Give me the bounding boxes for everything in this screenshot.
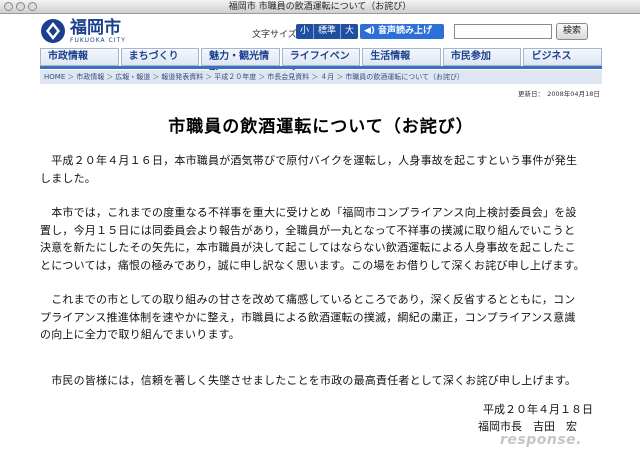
text-size-small-button[interactable]: 小 [296,24,313,39]
site-logo[interactable]: 福岡市 FUKUOKA CITY [40,18,126,44]
article-paragraph-4: 市民の皆様には，信頼を著しく失墜させましたことを市政の最高責任者として深くお詫び… [40,374,577,387]
voice-readout-button[interactable]: ◀) 音声読み上げ [360,24,444,39]
breadcrumb-home[interactable]: HOME [44,73,65,81]
site-header: 福岡市 FUKUOKA CITY 文字サイズ 小 標準 大 ◀) 音声読み上げ 検… [0,14,640,48]
search-button[interactable]: 検索 [556,23,588,40]
breadcrumb: HOME ＞市政情報＞広報・報道＞報道発表資料＞平成２０年度＞市長会見資料＞ ４月＞… [40,70,602,84]
nav-divider [40,66,602,69]
logo-title: 福岡市 [70,17,121,38]
text-size-label: 文字サイズ [252,30,297,40]
article-date: 平成２０年４月１８日 [483,403,593,416]
search-input[interactable] [454,24,552,39]
text-size-selector: 小 標準 大 [296,24,359,39]
minimize-window-button[interactable] [16,2,25,11]
nav-item-business[interactable]: ビジネス [523,48,603,66]
close-window-button[interactable] [4,2,13,11]
city-emblem-icon [41,19,65,43]
updated-date: 更新日： 2008年04月18日 [518,90,600,98]
window-controls[interactable] [4,2,37,11]
watermark: response. [500,432,582,448]
nav-item-tourism[interactable]: 魅力・観光情報 [201,48,280,78]
logo-subtitle: FUKUOKA CITY [70,36,126,44]
nav-item-urban-development[interactable]: まちづくり [120,48,200,66]
window-titlebar: 福岡市 市職員の飲酒運転について（お詫び） [0,0,640,14]
breadcrumb-fiscal-year[interactable]: 平成２０年度 [214,73,256,81]
article-paragraph-2: 本市では，これまでの度重なる不祥事を重大に受けとめ「福岡市コンプライアンス向上検… [40,206,585,272]
breadcrumb-public-relations[interactable]: 広報・報道 [115,73,150,81]
speaker-icon: ◀) [364,26,376,36]
nav-item-participation[interactable]: 市民参加 [442,48,522,66]
breadcrumb-current: 市職員の飲酒運転について（お詫び） [345,73,465,81]
breadcrumb-mayor-materials[interactable]: 市長会見資料 [267,73,309,81]
window-title: 福岡市 市職員の飲酒運転について（お詫び） [228,2,412,12]
main-nav: 市政情報 まちづくり 魅力・観光情報 ライフイベント 生活情報 市民参加 ビジネ… [40,48,603,78]
article-paragraph-1: 平成２０年４月１６日，本市職員が酒気帯びで原付バイクを運転し，人身事故を起こすと… [40,154,578,185]
article-paragraph-3: これまでの市としての取り組みの甘さを改めて痛感しているところであり，深く反省する… [40,293,576,341]
nav-item-life-events[interactable]: ライフイベント [281,48,361,78]
voice-readout-label: 音声読み上げ [378,26,433,36]
zoom-window-button[interactable] [28,2,37,11]
nav-item-city-info[interactable]: 市政情報 [40,48,119,66]
text-size-large-button[interactable]: 大 [341,24,358,39]
page-title: 市職員の飲酒運転について（お詫び） [168,117,474,137]
nav-item-living[interactable]: 生活情報 [362,48,441,66]
breadcrumb-city-info[interactable]: 市政情報 [76,73,104,81]
text-size-standard-button[interactable]: 標準 [313,24,342,39]
breadcrumb-press-releases[interactable]: 報道発表資料 [161,73,203,81]
breadcrumb-april[interactable]: ４月 [320,73,334,81]
